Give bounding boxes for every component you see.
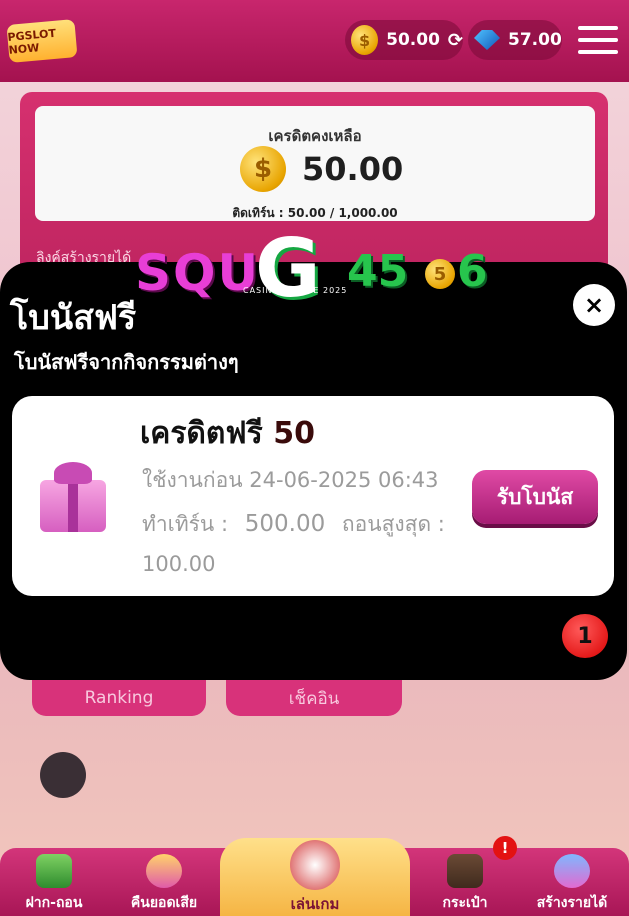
credit-turnover: ติดเทิร์น : 50.00 / 1,000.00: [232, 206, 398, 220]
cashback-icon: [146, 854, 182, 888]
bonus-title-text: เครดิตฟรี: [140, 416, 263, 451]
credit-card-inner: เครดิตคงเหลือ $ 50.00 ติดเทิร์น : 50.00 …: [35, 106, 595, 221]
withdraw-label: ถอนสูงสุด :: [341, 512, 445, 536]
coin-icon: $: [351, 25, 379, 55]
gem-balance-value: 57.00: [508, 30, 562, 50]
turnover-value: 500.00: [244, 511, 326, 537]
credit-title: เครดิตคงเหลือ: [268, 127, 362, 145]
background-decoration: [40, 752, 86, 798]
brand-text-squ: SQU: [135, 244, 261, 302]
brand-coin-icon: 5: [425, 259, 455, 289]
nav-affiliate[interactable]: สร้างรายได้: [520, 848, 624, 916]
bonus-count-badge: 1: [562, 614, 608, 658]
turnover-label: ทำเทิร์น :: [142, 512, 229, 536]
slot-machine-icon: [290, 840, 340, 890]
coin-icon: $: [240, 146, 286, 192]
bonus-card: เครดิตฟรี 50 ใช้งานก่อน 24-06-2025 06:43…: [12, 396, 614, 596]
brand-subtitle: CASINO ONLINE 2025: [243, 286, 348, 295]
top-header: PGSLOT NOW $ 50.00 ⟳ 57.00: [0, 0, 629, 82]
close-icon[interactable]: ×: [573, 284, 615, 326]
credit-balance[interactable]: $ 50.00 ⟳: [345, 20, 463, 60]
brand-logo: SQU G 45 5 6 CASINO ONLINE 2025: [135, 222, 495, 315]
ranking-button[interactable]: Ranking: [32, 680, 206, 716]
credit-amount: 50.00: [302, 150, 404, 188]
nav-cashback[interactable]: คืนยอดเสีย: [118, 848, 210, 916]
nav-deposit-withdraw[interactable]: ฝาก-ถอน: [12, 848, 96, 916]
brand-text-45: 45: [347, 246, 409, 297]
bonus-conditions: ทำเทิร์น : 500.00 ถอนสูงสุด : 100.00: [142, 504, 472, 584]
checkin-button[interactable]: เช็คอิน: [226, 680, 402, 716]
bonus-expire: ใช้งานก่อน 24-06-2025 06:43: [142, 468, 439, 492]
site-logo[interactable]: PGSLOT NOW: [6, 19, 78, 63]
modal-subtitle: โบนัสฟรีจากกิจกรรมต่างๆ: [14, 350, 239, 374]
modal-title: โบนัสฟรี: [10, 298, 137, 338]
gem-icon: [474, 30, 500, 50]
withdraw-value: 100.00: [142, 552, 216, 576]
nav-refund-label: คืนยอดเสีย: [130, 895, 198, 911]
nav-wallet[interactable]: กระเป๋า: [430, 848, 500, 916]
gem-balance[interactable]: 57.00: [468, 20, 562, 60]
credit-amount-row: $ 50.00: [240, 146, 403, 192]
credit-balance-value: 50.00: [386, 30, 440, 50]
bonus-title: เครดิตฟรี 50: [140, 410, 315, 457]
brand-text-6: 6: [457, 246, 488, 297]
refresh-icon[interactable]: ⟳: [448, 30, 463, 51]
wallet-alert-badge: !: [493, 836, 517, 860]
hamburger-menu-icon[interactable]: [578, 26, 618, 56]
brand-text-g: G: [255, 222, 321, 315]
money-icon: [36, 854, 72, 888]
nav-affiliate-label: สร้างรายได้: [536, 895, 608, 911]
nav-play-game[interactable]: เล่นเกม: [220, 838, 410, 916]
bonus-value: 50: [273, 416, 315, 451]
nav-play-label: เล่นเกม: [290, 895, 340, 913]
people-icon: [554, 854, 590, 888]
claim-bonus-button[interactable]: รับโบนัส: [472, 470, 598, 524]
nav-wallet-label: กระเป๋า: [442, 895, 488, 911]
nav-deposit-label: ฝาก-ถอน: [25, 895, 83, 911]
wallet-icon: [447, 854, 483, 888]
gift-box-icon: [32, 458, 112, 534]
